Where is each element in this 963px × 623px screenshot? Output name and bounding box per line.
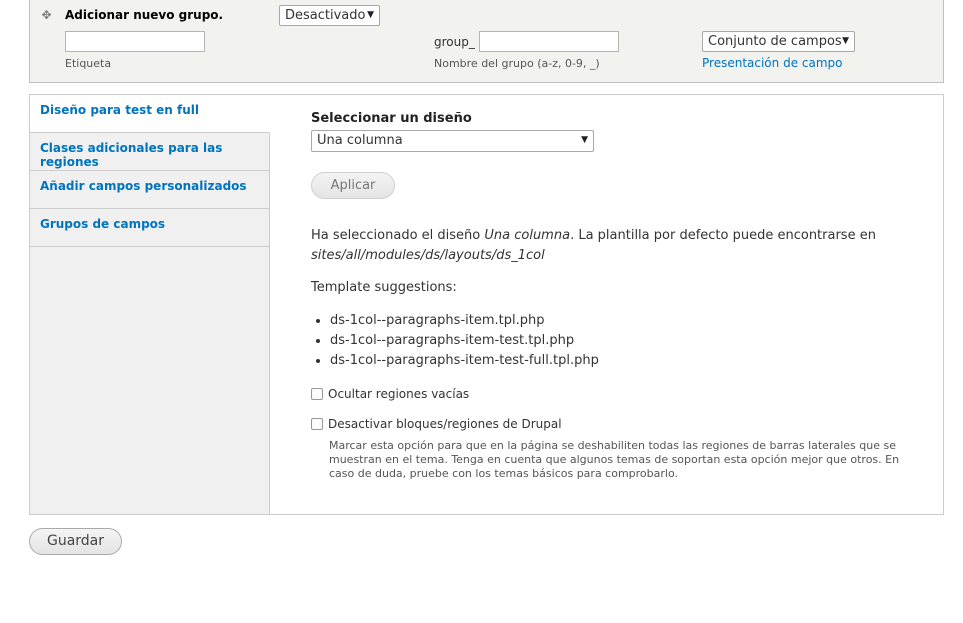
hide-empty-regions-label: Ocultar regiones vacías [328,387,470,401]
disable-blocks-option[interactable]: Desactivar bloques/regiones de Drupal [311,417,562,431]
tab-label: Grupos de campos [40,217,166,231]
layout-desc-prefix: Ha seleccionado el diseño [311,228,485,243]
tab-region-classes[interactable]: Clases adicionales para las regiones [30,133,269,171]
layout-select-value: Una columna [317,133,403,148]
suggestions-title: Template suggestions: [311,280,457,295]
hide-empty-regions-option[interactable]: Ocultar regiones vacías [311,387,469,401]
drag-handle-icon[interactable]: ✥ [40,9,53,22]
group-label-input[interactable] [65,31,205,52]
tab-label: Añadir campos personalizados [40,179,247,193]
field-presentation-link[interactable]: Presentación de campo [702,56,842,70]
tab-label: Clases adicionales para las regiones [40,141,223,169]
add-group-title: Adicionar nuevo grupo. [65,8,224,22]
save-button[interactable]: Guardar [29,528,122,555]
chevron-down-icon: ▼ [367,10,374,20]
disable-blocks-help: Marcar esta opción para que en la página… [329,439,900,480]
group-format-select-value: Conjunto de campos [708,34,842,49]
layout-description: Ha seleccionado el diseño Una columna. L… [311,226,911,266]
vertical-tabs: Diseño para test en full Clases adiciona… [30,95,270,514]
disable-blocks-label: Desactivar bloques/regiones de Drupal [328,417,562,431]
machine-name-prefix: group_ [434,35,475,49]
layout-template-path: sites/all/modules/ds/layouts/ds_1col [311,248,545,263]
layout-desc-name: Una columna [484,228,571,243]
disable-blocks-checkbox[interactable] [311,418,323,430]
apply-button[interactable]: Aplicar [311,172,395,199]
layout-select-heading: Seleccionar un diseño [311,111,472,126]
tab-label: Diseño para test en full [40,103,199,117]
layout-select[interactable]: Una columna ▼ [311,130,594,152]
tab-custom-fields[interactable]: Añadir campos personalizados [30,171,269,209]
tab-field-groups[interactable]: Grupos de campos [30,209,269,247]
list-item: ds-1col--paragraphs-item.tpl.php [330,312,599,329]
list-item: ds-1col--paragraphs-item-test.tpl.php [330,332,599,349]
add-group-row: ✥ Adicionar nuevo grupo. Desactivado ▼ E… [29,0,944,83]
chevron-down-icon: ▼ [581,135,588,145]
machine-name-caption: Nombre del grupo (a-z, 0-9, _) [434,57,600,70]
group-status-select[interactable]: Desactivado ▼ [279,5,380,26]
tab-layout-full[interactable]: Diseño para test en full [30,95,270,133]
layout-desc-middle: . La plantilla por defecto puede encontr… [570,228,876,243]
group-machine-name-input[interactable] [479,31,619,52]
hide-empty-regions-checkbox[interactable] [311,388,323,400]
layout-settings-panel: Diseño para test en full Clases adiciona… [29,94,944,515]
group-status-select-value: Desactivado [285,8,366,23]
group-label-caption: Etiqueta [65,57,112,70]
list-item: ds-1col--paragraphs-item-test-full.tpl.p… [330,352,599,369]
chevron-down-icon: ▼ [842,36,849,46]
group-format-select[interactable]: Conjunto de campos ▼ [702,31,855,52]
suggestions-list: ds-1col--paragraphs-item.tpl.php ds-1col… [311,312,599,372]
